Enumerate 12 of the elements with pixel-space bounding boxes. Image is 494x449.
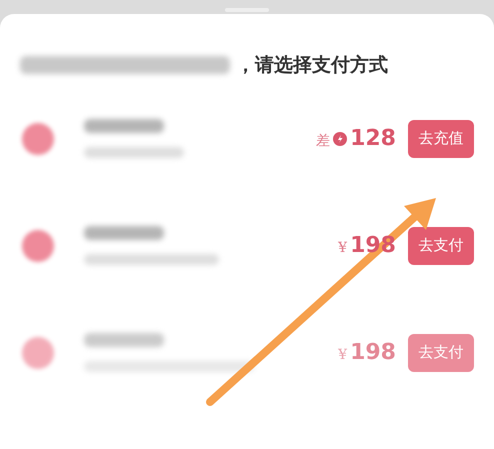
- price-amount: 128: [350, 126, 396, 151]
- price-prefix: 差: [316, 132, 330, 150]
- price-prefix: ¥: [338, 347, 348, 363]
- payment-method-icon: [22, 336, 54, 368]
- payment-method-icon: [22, 122, 54, 154]
- payment-method-icon: [22, 230, 54, 262]
- pay-button[interactable]: 去充值: [408, 120, 474, 158]
- coin-icon: [333, 132, 348, 146]
- pay-button[interactable]: 去支付: [408, 226, 474, 264]
- price-prefix: ¥: [338, 240, 348, 256]
- price-amount: 198: [350, 340, 396, 365]
- sheet-title: ，请选择支付方式: [236, 53, 388, 78]
